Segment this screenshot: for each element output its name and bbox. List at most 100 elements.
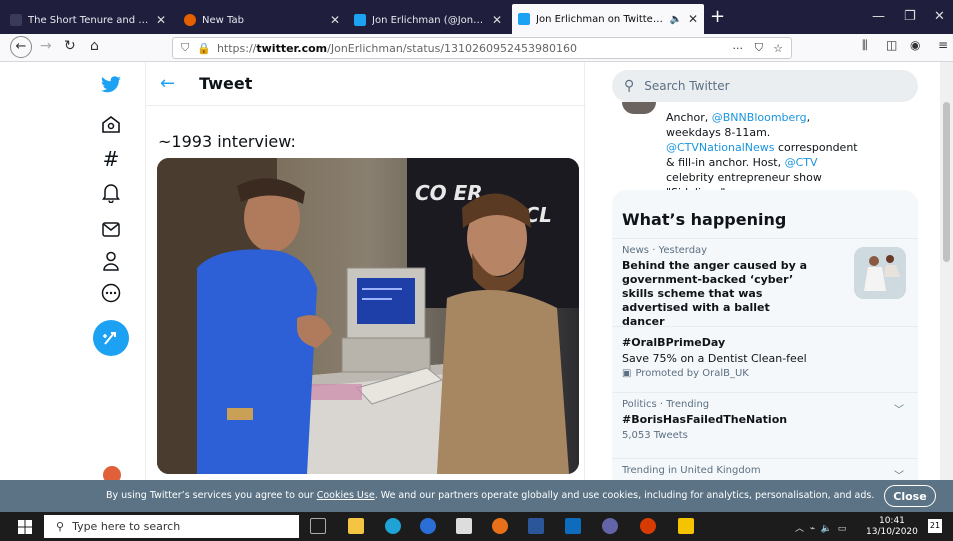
taskbar-search-placeholder: Type here to search (72, 520, 181, 533)
windows-start-icon[interactable] (18, 520, 32, 534)
close-window-icon[interactable]: ✕ (934, 9, 945, 24)
close-tab-icon[interactable]: ✕ (688, 12, 698, 26)
shield-icon[interactable]: ⛉ (181, 41, 189, 55)
sidebar-toggle-icon[interactable]: ◫ (886, 38, 897, 52)
main-column: ← Tweet ~1993 interview: CO ER ICL (145, 62, 586, 480)
close-tab-icon[interactable]: ✕ (492, 13, 502, 27)
search-placeholder: Search Twitter (644, 79, 730, 93)
chevron-down-icon[interactable]: ﹀ (894, 467, 904, 480)
trend-item-politics[interactable]: Politics · Trending #BorisHasFailedTheNa… (612, 392, 918, 458)
promoted-by: ▣ Promoted by OralB_UK (622, 368, 908, 379)
close-tab-icon[interactable]: ✕ (156, 13, 166, 27)
promoted-label: Promoted by OralB_UK (635, 368, 749, 379)
store-icon[interactable] (456, 518, 472, 534)
app-icon[interactable] (640, 518, 656, 534)
sticky-notes-icon[interactable] (678, 518, 694, 534)
task-view-icon[interactable] (310, 518, 326, 534)
more-options-icon[interactable] (100, 282, 122, 304)
browser-tab-3[interactable]: Jon Erlichman (@JonErlichman) ✕ (348, 8, 508, 32)
notification-count: 21 (929, 521, 941, 530)
search-twitter-input[interactable]: ⚲ Search Twitter (612, 70, 918, 102)
profile-person-icon[interactable] (100, 250, 122, 272)
avatar[interactable] (103, 466, 121, 480)
clock-date: 13/10/2020 (866, 527, 918, 537)
chevron-down-icon[interactable]: ﹀ (894, 401, 904, 416)
trend-item-promoted[interactable]: #OralBPrimeDay Save 75% on a Dentist Cle… (612, 326, 918, 392)
forward-icon[interactable]: → (40, 38, 52, 54)
outlook-icon[interactable] (565, 518, 581, 534)
bio-link-bnn[interactable]: @BNNBloomberg (712, 111, 807, 124)
firefox-icon (184, 14, 196, 26)
browser-tab-strip: The Short Tenure and Abrupt O ✕ New Tab … (0, 0, 953, 34)
bookmark-star-icon[interactable]: ☆ (773, 42, 783, 55)
trend-item-uk[interactable]: Trending in United Kingdom ﹀ (612, 458, 918, 480)
profile-avatar[interactable] (622, 102, 656, 114)
url-bar[interactable]: ⛉ 🔒 https:// twitter.com /JonErlichman/s… (172, 37, 792, 59)
page-favicon-icon (10, 14, 22, 26)
edge-icon[interactable] (385, 518, 401, 534)
menu-icon[interactable]: ≡ (938, 38, 948, 52)
tab-title: Jon Erlichman (@JonErlichman) (372, 14, 486, 26)
pocket-icon[interactable]: ⛉ (755, 41, 763, 55)
messages-envelope-icon[interactable] (100, 218, 122, 240)
bio-link-ctv[interactable]: @CTV (785, 156, 818, 169)
search-icon: ⚲ (56, 520, 65, 533)
notification-center-icon[interactable]: 21 (928, 519, 942, 533)
minimize-icon[interactable]: — (872, 9, 885, 24)
tab-title: New Tab (202, 14, 244, 26)
explore-hashtag-icon[interactable]: # (100, 147, 122, 171)
file-explorer-icon[interactable] (348, 518, 364, 534)
bio-link-ctv-news[interactable]: @CTVNationalNews (666, 141, 775, 154)
browser-tab-4-active[interactable]: Jon Erlichman on Twitter: " 🔈 ✕ (512, 4, 704, 34)
cookie-text: . We and our partners operate globally a… (374, 490, 875, 501)
home-nav-icon[interactable] (100, 114, 122, 136)
windows-taskbar: ⚲ Type here to search ︿ ⌁ 🔈 ▭ 10:41 13/1… (0, 512, 953, 541)
speaker-icon[interactable]: 🔈 (669, 14, 681, 25)
cookie-message: By using Twitter’s services you agree to… (106, 490, 874, 501)
taskbar-search-input[interactable]: ⚲ Type here to search (44, 515, 299, 538)
teams-icon[interactable] (602, 518, 618, 534)
lock-icon: 🔒 (197, 41, 211, 55)
cookie-banner: By using Twitter’s services you agree to… (0, 480, 953, 512)
compose-tweet-button[interactable] (93, 320, 129, 356)
tab-title: Jon Erlichman on Twitter: " (536, 13, 666, 25)
reload-icon[interactable]: ↻ (64, 38, 76, 54)
tweet-text: ~1993 interview: (158, 132, 296, 151)
tweet-media-video[interactable]: CO ER ICL (157, 158, 579, 474)
firefox-taskbar-icon[interactable] (492, 518, 508, 534)
search-icon: ⚲ (624, 78, 635, 94)
close-cookie-button[interactable]: Close (884, 485, 936, 507)
internet-explorer-icon[interactable] (420, 518, 436, 534)
scrollbar-thumb[interactable] (943, 102, 950, 262)
close-tab-icon[interactable]: ✕ (330, 13, 340, 27)
twitter-favicon-icon (354, 14, 366, 26)
bio-text: Anchor, (666, 111, 712, 124)
promoted-icon: ▣ (622, 368, 632, 379)
new-tab-button[interactable]: + (710, 6, 725, 27)
system-tray[interactable]: ︿ ⌁ 🔈 ▭ (795, 521, 846, 534)
twitter-logo-icon[interactable] (100, 74, 122, 96)
trend-item-news[interactable]: News · Yesterday Behind the anger caused… (612, 238, 918, 328)
taskbar-clock[interactable]: 10:41 13/10/2020 (866, 516, 918, 538)
page-scrollbar[interactable] (940, 62, 953, 480)
back-arrow-icon[interactable]: ← (160, 73, 175, 94)
whats-happening-panel: What’s happening News · Yesterday Behind… (612, 190, 918, 480)
library-icon[interactable]: ⫼ (862, 38, 868, 53)
twitter-page: # ← Tweet ~1993 interview: CO ER ICL ⚲ S… (0, 62, 953, 480)
cookies-use-link[interactable]: Cookies Use (317, 490, 375, 501)
url-domain: twitter.com (256, 41, 328, 55)
browser-tab-2[interactable]: New Tab ✕ (178, 8, 346, 32)
page-actions-menu[interactable]: ··· (733, 42, 744, 55)
cookie-text: By using Twitter’s services you agree to… (106, 490, 317, 501)
account-icon[interactable]: ◉ (910, 38, 920, 52)
word-icon[interactable] (528, 518, 544, 534)
back-icon[interactable]: ← (10, 36, 32, 58)
browser-nav-bar: ← → ↻ ⌂ ⛉ 🔒 https:// twitter.com /JonErl… (0, 34, 953, 62)
browser-tab-1[interactable]: The Short Tenure and Abrupt O ✕ (4, 8, 172, 32)
restore-icon[interactable]: ❐ (904, 9, 916, 24)
trends-title: What’s happening (622, 210, 787, 229)
notifications-bell-icon[interactable] (100, 182, 122, 204)
page-title: Tweet (199, 74, 253, 93)
home-icon[interactable]: ⌂ (90, 38, 99, 54)
profile-bio: Anchor, @BNNBloomberg, weekdays 8-11am. … (666, 110, 866, 200)
